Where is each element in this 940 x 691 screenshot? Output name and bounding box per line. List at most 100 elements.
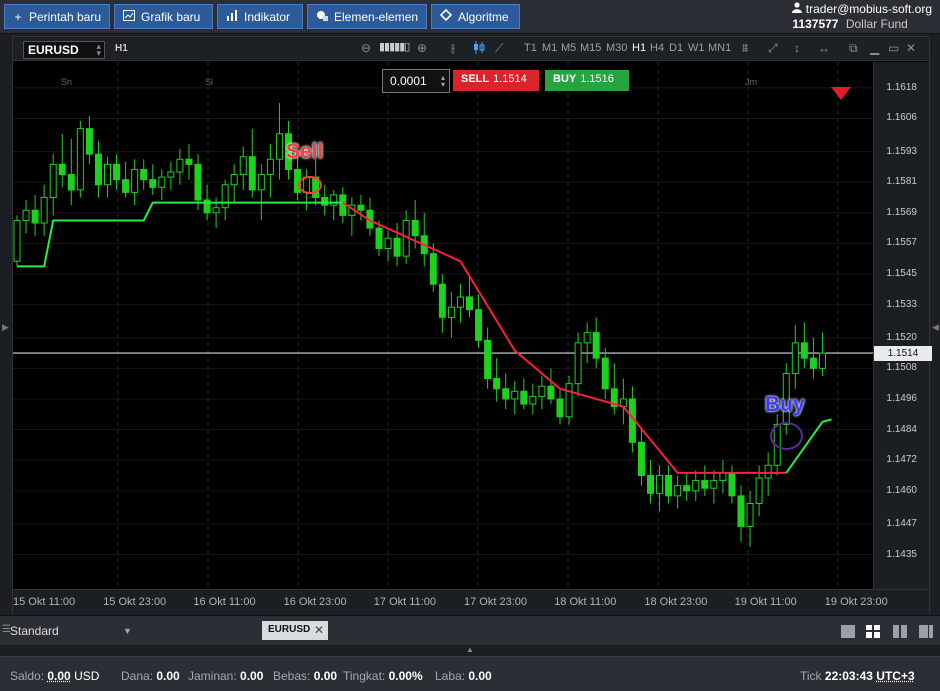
- candle-body: [330, 194, 338, 206]
- layout-columns-icon[interactable]: [893, 625, 907, 638]
- tingkat-value: 0.00%: [388, 669, 423, 683]
- diamond-icon: [439, 8, 453, 24]
- layout-grid-icon[interactable]: [866, 625, 880, 638]
- candle-body: [466, 296, 473, 311]
- layout-single-icon[interactable]: [841, 625, 855, 638]
- layout-rows-icon[interactable]: [919, 625, 933, 638]
- symbol-select[interactable]: EURUSD ▴ ▾: [23, 41, 105, 59]
- price-axis-label: 1.1618: [886, 81, 917, 93]
- candle-body: [357, 204, 365, 211]
- bar-type-icon[interactable]: ⫲: [451, 41, 455, 56]
- tf-d1[interactable]: D1: [669, 42, 683, 54]
- price-axis-label: 1.1435: [886, 548, 917, 560]
- candle-body: [85, 128, 93, 155]
- shapes-icon: [316, 10, 328, 24]
- draw-tools-icon[interactable]: ⩩: [742, 41, 748, 56]
- trend-line-up: [17, 201, 343, 268]
- horizontal-line-tool-icon[interactable]: ↔: [818, 41, 830, 55]
- lot-size-input[interactable]: 0.0001 ▴ ▾: [382, 69, 450, 93]
- candle-body: [764, 464, 772, 479]
- indicators-button[interactable]: Indikator: [217, 4, 303, 29]
- time-axis-label: 16 Okt 11:00: [193, 596, 256, 608]
- elements-button[interactable]: Elemen-elemen: [307, 4, 427, 29]
- vertical-line-tool-icon[interactable]: ↕: [794, 41, 800, 55]
- maximize-window-icon[interactable]: ▭: [888, 41, 899, 55]
- tf-w1[interactable]: W1: [688, 42, 705, 54]
- candle-body: [737, 495, 745, 527]
- candle-body: [511, 390, 519, 400]
- candle-body: [637, 441, 645, 476]
- candle-body: [447, 306, 455, 318]
- minimize-window-icon[interactable]: ▁: [870, 41, 879, 55]
- saldo-value[interactable]: 0.00: [47, 669, 70, 683]
- detach-window-icon[interactable]: ⧉: [849, 41, 858, 56]
- zoom-in-icon[interactable]: ⊕: [417, 41, 427, 55]
- chevron-down-icon[interactable]: ▼: [123, 626, 132, 636]
- close-window-icon[interactable]: ✕: [906, 41, 916, 55]
- line-type-icon[interactable]: ⟋: [495, 41, 503, 56]
- candle-body: [547, 385, 555, 400]
- close-tab-icon[interactable]: ✕: [314, 623, 324, 637]
- candle-body: [719, 472, 727, 482]
- candle-body: [438, 283, 446, 318]
- candle-body: [710, 480, 718, 489]
- account-info[interactable]: trader@mobius-soft.org 1137577 Dollar Fu…: [792, 2, 932, 32]
- candle-body: [104, 163, 111, 186]
- candlestick-type-icon[interactable]: [473, 41, 485, 57]
- day-label-sl: Sl: [205, 77, 214, 87]
- current-price-tag: 1.1514: [874, 346, 932, 361]
- tab-eurusd-label: EURUSD: [268, 624, 311, 635]
- new-order-label: Perintah baru: [28, 9, 101, 24]
- candle-body: [429, 253, 437, 285]
- candle-body: [755, 477, 763, 504]
- tf-m15[interactable]: M15: [580, 42, 601, 54]
- new-order-button[interactable]: + Perintah baru: [4, 4, 110, 29]
- chart-plot-area[interactable]: [13, 62, 873, 611]
- zoom-out-icon[interactable]: ⊖: [361, 41, 371, 55]
- candle-body: [538, 385, 546, 397]
- bebas-value: 0.00: [313, 669, 338, 683]
- timezone-select[interactable]: UTC+3: [876, 669, 914, 683]
- candle-body: [809, 357, 817, 369]
- tf-h1[interactable]: H1: [632, 42, 646, 54]
- candle-body: [248, 156, 256, 191]
- new-chart-button[interactable]: Grafik baru: [114, 4, 213, 29]
- buy-button[interactable]: BUY 1.1516: [545, 70, 629, 91]
- candle-body: [692, 480, 700, 492]
- candle-body: [800, 342, 808, 359]
- trendline-tool-icon[interactable]: ⤢: [768, 41, 778, 56]
- tf-mn1[interactable]: MN1: [708, 42, 731, 54]
- candle-body: [230, 174, 238, 186]
- candle-body: [456, 296, 464, 308]
- tf-m30[interactable]: M30: [606, 42, 627, 54]
- tf-t1[interactable]: T1: [524, 42, 537, 54]
- workspace-select[interactable]: Standard: [10, 624, 59, 638]
- candle-body: [22, 209, 30, 221]
- tab-eurusd[interactable]: EURUSD ✕: [262, 621, 328, 640]
- laba-label: Laba:: [435, 669, 466, 683]
- candle-body: [529, 395, 537, 405]
- time-axis-label: 19 Okt 23:00: [824, 596, 888, 608]
- spinner-icon: ▴ ▾: [440, 73, 445, 89]
- candle-body: [565, 383, 573, 418]
- tf-m5[interactable]: M5: [561, 42, 576, 54]
- right-panel-toggle-icon[interactable]: ◀: [932, 322, 939, 333]
- jaminan-value: 0.00: [240, 669, 264, 683]
- candle-body: [683, 485, 691, 492]
- timeframe-label: H1: [115, 43, 128, 54]
- tick-label: Tick: [800, 669, 822, 683]
- price-axis[interactable]: 1.1514 1.1618 1.1606 1.1593 1.1581 1.1569 1.1…: [873, 62, 932, 589]
- time-axis-label: 15 Okt 11:00: [13, 596, 76, 608]
- collapse-panel-icon[interactable]: ▲: [466, 645, 474, 654]
- tf-h4[interactable]: H4: [650, 42, 664, 54]
- price-axis-label: 1.1569: [886, 206, 917, 218]
- price-axis-label: 1.1508: [886, 362, 917, 374]
- candle-body: [49, 163, 57, 198]
- sell-button[interactable]: SELL 1.1514: [453, 70, 539, 91]
- left-panel-toggle-icon[interactable]: ▶: [2, 322, 9, 333]
- time-axis[interactable]: 15 Okt 11:00 15 Okt 23:00 16 Okt 11:00 16 O…: [13, 589, 929, 614]
- tf-m1[interactable]: M1: [542, 42, 557, 54]
- algorithm-button[interactable]: Algoritme: [431, 4, 520, 29]
- account-id: 1137577: [792, 17, 839, 31]
- time-axis-label: 18 Okt 11:00: [554, 596, 617, 608]
